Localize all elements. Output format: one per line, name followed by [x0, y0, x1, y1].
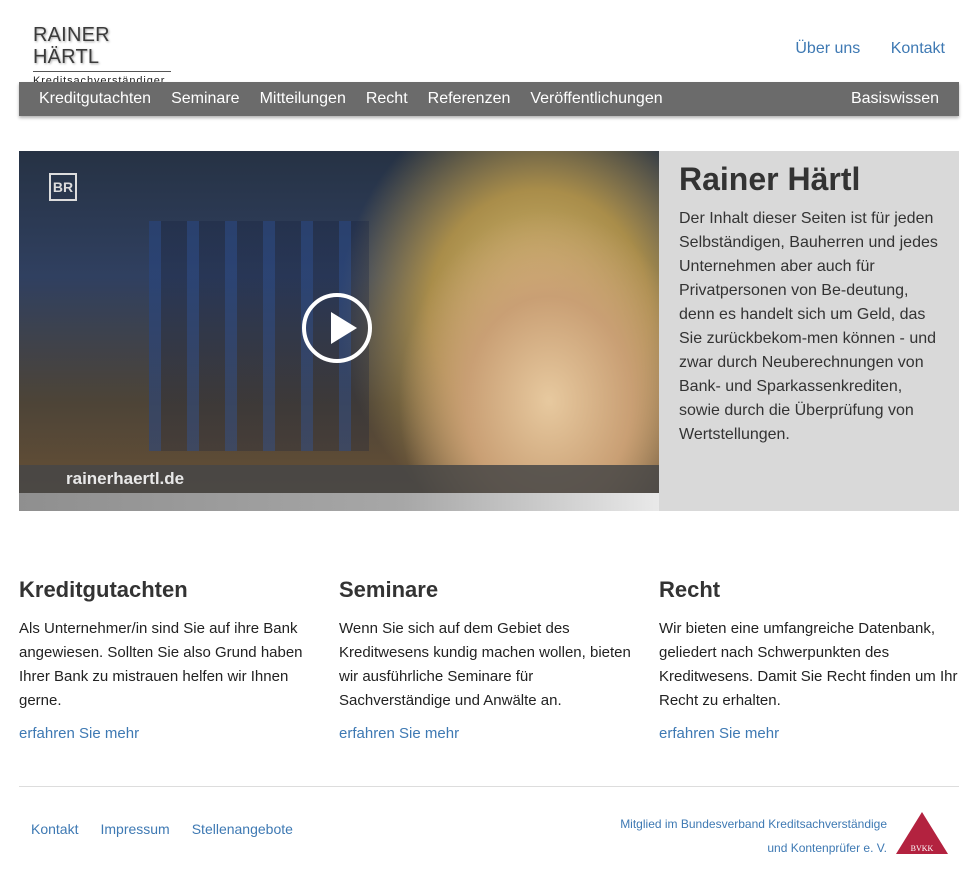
main-navigation: Kreditgutachten Seminare Mitteilungen Recht…	[19, 82, 959, 116]
membership-note[interactable]: Mitglied im Bundesverband Kreditsachvers…	[567, 812, 887, 860]
hero-text-panel: Rainer Härtl Der Inhalt dieser Seiten is…	[659, 151, 959, 511]
play-icon[interactable]	[302, 293, 372, 363]
feature-text: Als Unternehmer/in sind Sie auf ihre Ban…	[19, 620, 303, 709]
feature-text: Wir bieten eine umfangreiche Datenbank, …	[659, 620, 958, 709]
footer-links: Kontakt Impressum Stellenangebote	[31, 821, 315, 837]
video-bottom-bar	[19, 493, 659, 511]
feature-seminare: Seminare Wenn Sie sich auf dem Gebiet de…	[339, 575, 639, 742]
hero-title: Rainer Härtl	[679, 161, 861, 197]
bvkk-label: BVKK	[911, 844, 934, 853]
top-navigation: Über uns Kontakt	[769, 40, 945, 58]
nav-item-referenzen[interactable]: Referenzen	[428, 90, 511, 107]
top-link-contact[interactable]: Kontakt	[891, 40, 945, 57]
video-caption: rainerhaertl.de	[66, 469, 185, 488]
nav-item-mitteilungen[interactable]: Mitteilungen	[260, 90, 346, 107]
feature-text: Wenn Sie sich auf dem Gebiet des Kreditw…	[339, 620, 631, 709]
footer-link-stellenangebote[interactable]: Stellenangebote	[192, 821, 293, 837]
logo-title: RAINER HÄRTL	[33, 24, 110, 68]
broadcaster-logo: BR	[49, 173, 77, 201]
feature-kreditgutachten: Kreditgutachten Als Unternehmer/in sind …	[19, 575, 319, 742]
bvkk-logo[interactable]: BVKK	[894, 810, 950, 856]
feature-more-link[interactable]: erfahren Sie mehr	[339, 725, 639, 742]
footer-link-kontakt[interactable]: Kontakt	[31, 821, 78, 837]
feature-title: Recht	[659, 577, 721, 602]
feature-more-link[interactable]: erfahren Sie mehr	[19, 725, 319, 742]
feature-recht: Recht Wir bieten eine umfangreiche Daten…	[659, 575, 959, 742]
hero-video[interactable]: BR rainerhaertl.de	[19, 151, 659, 511]
nav-item-recht[interactable]: Recht	[366, 90, 408, 107]
top-link-about[interactable]: Über uns	[795, 40, 860, 57]
logo-divider	[33, 71, 171, 72]
feature-more-link[interactable]: erfahren Sie mehr	[659, 725, 959, 742]
feature-title: Seminare	[339, 577, 439, 602]
nav-item-basiswissen[interactable]: Basiswissen	[851, 90, 939, 108]
hero-description: Der Inhalt dieser Seiten ist für jeden S…	[679, 210, 938, 443]
footer-link-impressum[interactable]: Impressum	[100, 821, 169, 837]
nav-item-kreditgutachten[interactable]: Kreditgutachten	[39, 90, 151, 107]
nav-item-seminare[interactable]: Seminare	[171, 90, 239, 107]
membership-line-2: und Kontenprüfer e. V.	[767, 841, 887, 855]
site-logo[interactable]: RAINER HÄRTL Kreditsachverständiger	[33, 24, 171, 87]
membership-line-1: Mitglied im Bundesverband Kreditsachvers…	[620, 817, 887, 831]
nav-item-veroeffentlichungen[interactable]: Veröffentlichungen	[530, 90, 662, 107]
footer-divider	[19, 786, 959, 787]
feature-title: Kreditgutachten	[19, 577, 188, 602]
